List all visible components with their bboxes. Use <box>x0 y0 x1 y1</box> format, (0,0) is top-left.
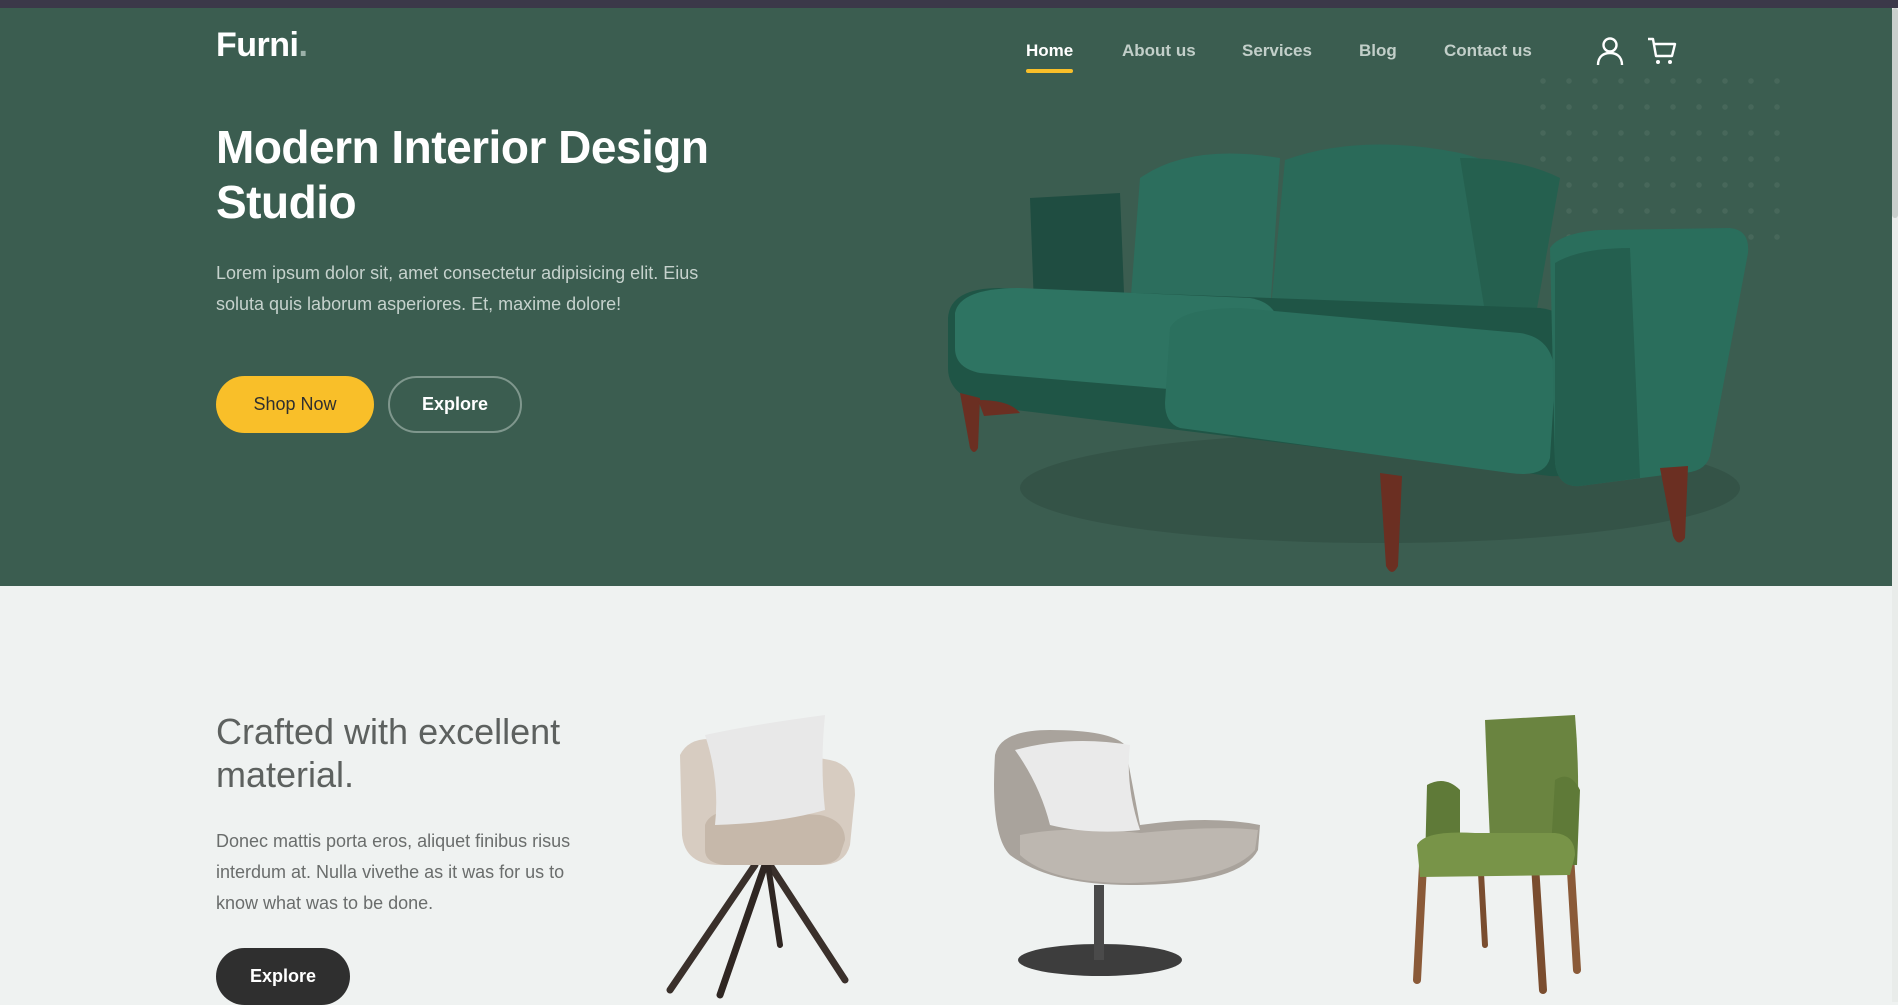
section-title: Crafted with excellent material. <box>216 711 561 795</box>
section-explore-button[interactable]: Explore <box>216 948 350 1005</box>
nav-item-about-us[interactable]: About us <box>1122 41 1196 61</box>
nav-item-blog[interactable]: Blog <box>1359 41 1397 61</box>
user-icon[interactable] <box>1593 34 1627 68</box>
brand-dot: . <box>298 26 308 64</box>
nav-item-home[interactable]: Home <box>1026 41 1074 73</box>
cart-icon[interactable] <box>1645 34 1679 68</box>
shop-now-button[interactable]: Shop Now <box>216 376 374 433</box>
scrollbar-thumb[interactable] <box>1892 8 1898 218</box>
hero-title: Modern Interior Design Studio <box>216 121 709 228</box>
browser-top-bar <box>0 0 1898 8</box>
nav-item-services[interactable]: Services <box>1242 41 1312 61</box>
sofa-image <box>948 144 1749 572</box>
hero-description: Lorem ipsum dolor sit, amet consectetur … <box>216 263 699 314</box>
nav-item-contact-us[interactable]: Contact us <box>1444 41 1532 61</box>
product-image-green-chair[interactable] <box>1405 715 1605 1000</box>
product-image-beige-chair[interactable] <box>660 715 870 1000</box>
product-image-grey-lounge-chair[interactable] <box>990 725 1270 980</box>
brand-logo[interactable]: Furni. <box>216 26 308 65</box>
page-scrollbar[interactable] <box>1892 8 1898 1002</box>
section-description: Donec mattis porta eros, aliquet finibus… <box>216 831 571 913</box>
hero-section: Furni. Home About us Services Blog Conta… <box>0 8 1898 586</box>
brand-name: Furni <box>216 26 299 64</box>
explore-button[interactable]: Explore <box>388 376 522 433</box>
